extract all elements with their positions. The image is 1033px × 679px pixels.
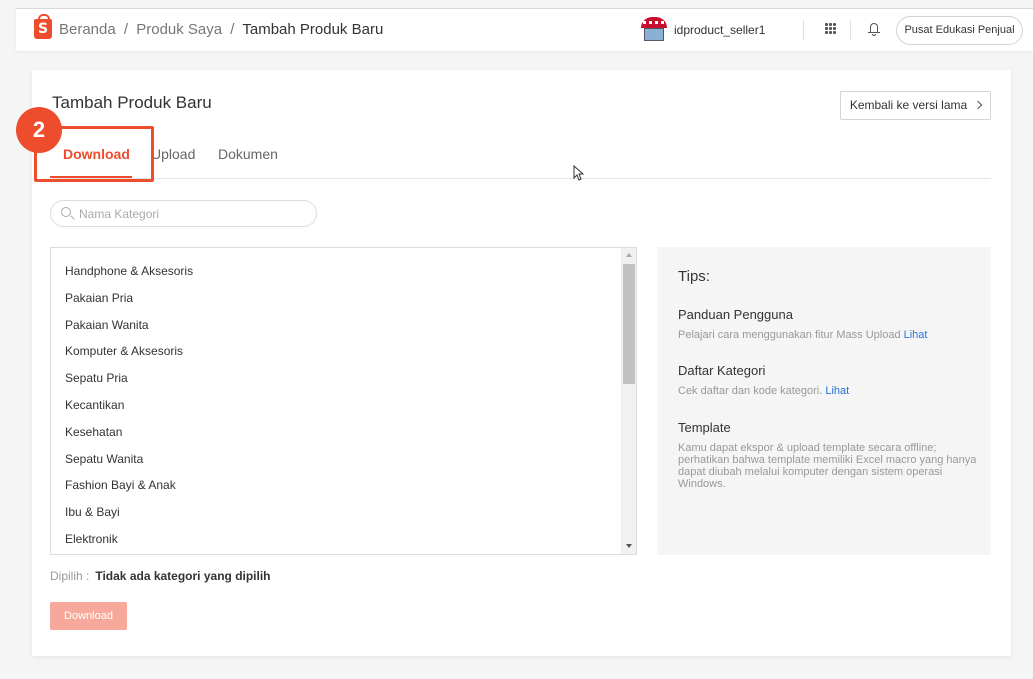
tip-desc: Kamu dapat ekspor & upload template seca… [678,442,977,490]
tip-desc: Pelajari cara menggunakan fitur Mass Upl… [678,329,978,341]
main-card: Tambah Produk Baru Kembali ke versi lama… [16,70,1011,656]
shop-avatar[interactable] [641,17,667,41]
breadcrumb-separator: / [123,21,129,38]
category-item[interactable]: Fashion Bayi & Anak [51,472,636,499]
selected-value: Tidak ada kategori yang dipilih [95,569,271,583]
scroll-up-arrow-icon[interactable] [626,253,632,257]
back-to-old-version-button[interactable]: Kembali ke versi lama [840,91,991,120]
category-list-link[interactable]: Lihat [825,385,849,397]
category-item[interactable]: Pakaian Pria [51,285,636,312]
user-guide-link[interactable]: Lihat [904,329,928,341]
breadcrumb: Beranda / Produk Saya / Tambah Produk Ba… [59,21,383,38]
category-item[interactable]: Elektronik [51,526,636,553]
scroll-thumb[interactable] [623,264,635,384]
top-nav-bar: S Beranda / Produk Saya / Tambah Produk … [16,8,1033,51]
divider [850,20,851,40]
selected-category-row: Dipilih : Tidak ada kategori yang dipilih [50,569,271,583]
category-item[interactable]: Sepatu Pria [51,365,636,392]
category-search[interactable] [50,200,317,227]
tips-panel: Tips: Panduan Pengguna Pelajari cara men… [657,247,991,555]
category-item[interactable]: Ibu & Bayi [51,499,636,526]
tip-desc-text: Pelajari cara menggunakan fitur Mass Upl… [678,329,901,341]
breadcrumb-my-products[interactable]: Produk Saya [136,21,222,38]
tips-heading: Tips: [678,268,710,285]
category-item[interactable]: Kesehatan [51,419,636,446]
search-icon [61,207,71,217]
step-badge: 2 [16,107,62,153]
tabs-divider [52,178,991,179]
tab-dokumen[interactable]: Dokumen [218,146,278,162]
breadcrumb-home[interactable]: Beranda [59,21,116,38]
back-button-label: Kembali ke versi lama [849,98,968,112]
breadcrumb-current: Tambah Produk Baru [242,21,384,38]
scroll-down-arrow-icon[interactable] [626,544,632,548]
tip-title: Panduan Pengguna [678,307,793,322]
seller-education-button[interactable]: Pusat Edukasi Penjual [896,16,1023,45]
divider [803,20,804,40]
breadcrumb-separator: / [230,21,235,38]
category-list-scrollbar[interactable] [621,248,636,554]
username[interactable]: idproduct_seller1 [674,23,765,37]
tip-title: Daftar Kategori [678,363,766,378]
download-button[interactable]: Download [50,602,127,630]
apps-grid-icon[interactable] [825,23,836,34]
category-item[interactable]: Pakaian Wanita [51,312,636,339]
bell-icon[interactable] [868,22,880,37]
category-search-input[interactable] [79,205,309,223]
page-title: Tambah Produk Baru [52,93,212,112]
category-item[interactable]: Handphone & Aksesoris [51,258,636,285]
tip-desc-text: Cek daftar dan kode kategori. [678,385,823,397]
category-item[interactable]: Komputer & Aksesoris [51,338,636,365]
tip-title: Template [678,420,731,435]
tip-desc: Cek daftar dan kode kategori. Lihat [678,385,978,397]
shopee-logo-icon[interactable]: S [34,14,52,39]
chevron-right-icon [973,100,983,110]
category-item[interactable]: Sepatu Wanita [51,446,636,473]
category-item[interactable]: Kecantikan [51,392,636,419]
category-list[interactable]: Handphone & Aksesoris Pakaian Pria Pakai… [50,247,637,555]
mouse-cursor-icon [573,165,585,181]
tab-upload[interactable]: Upload [151,146,195,162]
selected-label: Dipilih : [50,569,90,583]
